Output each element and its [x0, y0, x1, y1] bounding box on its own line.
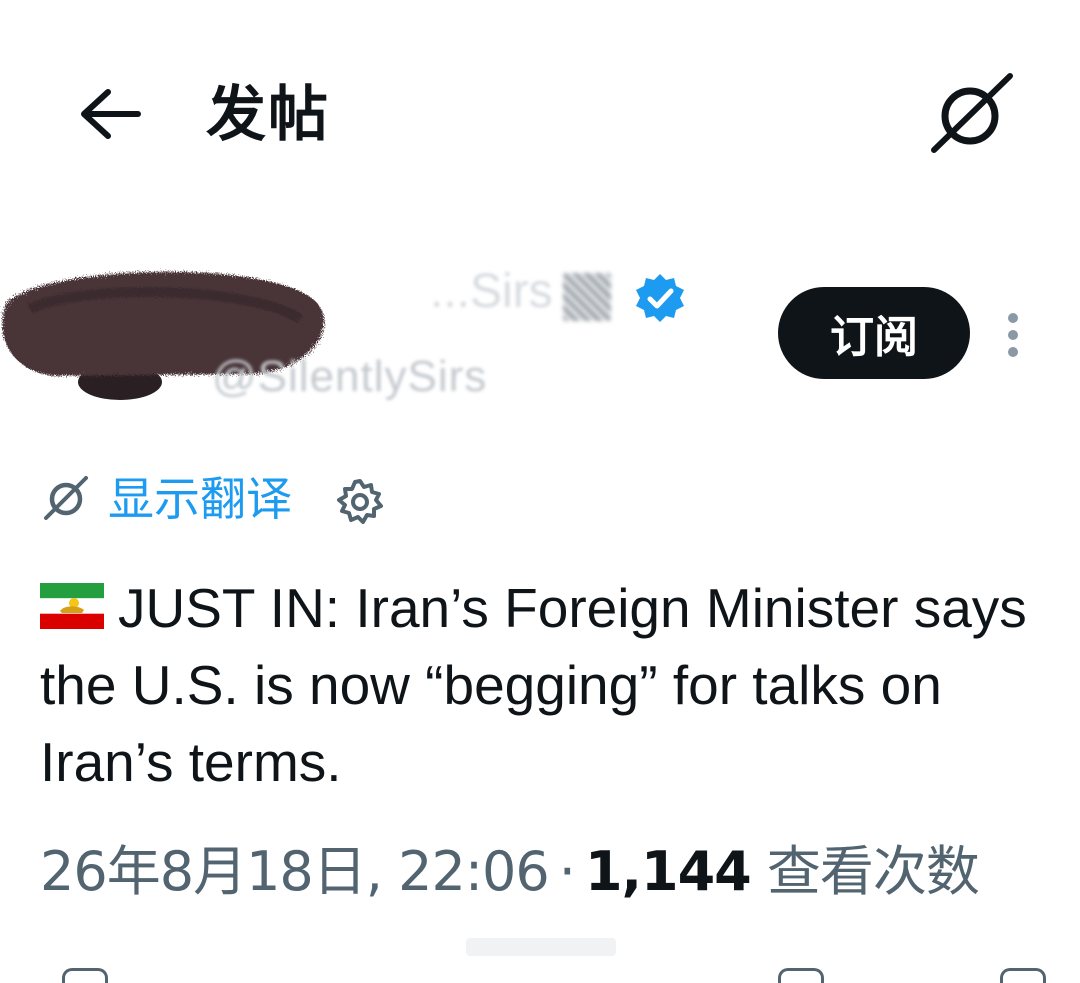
page-title: 发帖 [206, 81, 330, 148]
bookmark-icon[interactable] [778, 968, 824, 983]
share-icon[interactable] [1000, 968, 1046, 983]
iran-lion-and-sun-flag-icon [40, 572, 104, 629]
meta-separator: · [558, 840, 576, 903]
views-count[interactable]: 1,144 [585, 840, 752, 903]
grok-icon [931, 73, 1013, 153]
more-vertical-icon [1008, 313, 1018, 357]
show-translation-link[interactable]: 显示翻译 [108, 470, 292, 528]
views-label: 查看次数 [766, 840, 980, 903]
back-button[interactable] [70, 78, 150, 148]
subscribe-button[interactable]: 订阅 [778, 287, 970, 379]
arrow-left-icon [81, 89, 141, 139]
tweet-text: JUST IN: Iran’s Foreign Minister says th… [40, 570, 1040, 801]
tweet-date: 26年8月18日 [40, 840, 367, 903]
grok-translate-icon [40, 474, 92, 522]
name-emoji-badge [563, 273, 611, 321]
verified-badge-icon [634, 272, 686, 324]
grok-button[interactable] [924, 72, 1016, 156]
author-handle[interactable]: @SilentlySirs [212, 350, 487, 404]
author-display-name[interactable]: ...Sirs [430, 262, 553, 322]
tweet-body-text: JUST IN: Iran’s Foreign Minister says th… [40, 577, 1027, 793]
watermark [466, 932, 616, 962]
tweet-meta: 26年8月18日, 22:06 · 1,144 查看次数 [40, 840, 980, 903]
reply-icon[interactable] [62, 968, 108, 983]
gear-icon[interactable] [334, 476, 386, 528]
tweet-time: 22:06 [398, 840, 550, 903]
more-options-button[interactable] [996, 310, 1030, 360]
